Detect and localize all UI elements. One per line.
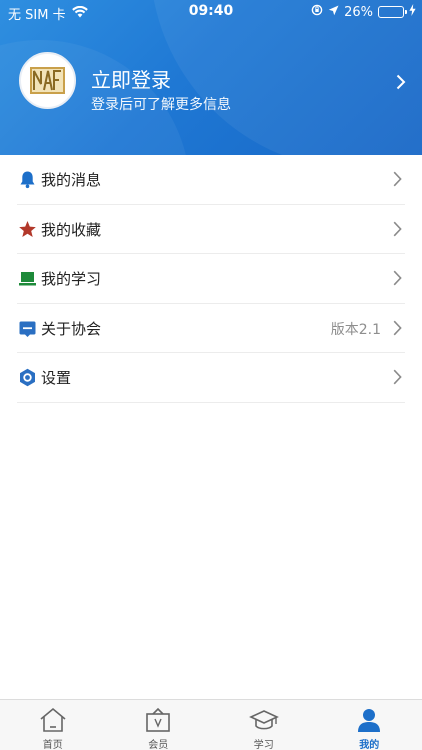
settings-gear-icon	[18, 368, 37, 387]
menu-item-favorites[interactable]: 我的收藏	[17, 205, 405, 254]
battery-percent: 26%	[344, 4, 373, 20]
chevron-right-icon	[396, 74, 406, 94]
home-icon	[38, 706, 68, 734]
tab-label: 我的	[359, 740, 380, 750]
login-entry[interactable]: 立即登录 登录后可了解更多信息	[0, 52, 422, 114]
tab-home[interactable]: 首页	[0, 700, 106, 750]
chevron-right-icon	[393, 221, 402, 241]
chevron-right-icon	[393, 270, 402, 290]
orientation-lock-icon	[311, 4, 323, 20]
menu-item-label: 我的学习	[41, 270, 102, 288]
login-title: 立即登录	[91, 68, 171, 92]
menu-item-label: 关于协会	[41, 319, 102, 338]
profile-header: 无 SIM 卡 09:40 26% 立即登录 登录后可了解更多信息	[0, 0, 422, 155]
info-board-icon	[18, 319, 37, 338]
star-icon	[18, 220, 37, 239]
tab-label: 首页	[42, 740, 63, 750]
member-card-icon	[143, 706, 173, 734]
tab-bar: 首页 会员 学习 我的	[0, 699, 422, 750]
chevron-right-icon	[393, 171, 402, 191]
tab-label: 学习	[253, 740, 274, 750]
location-arrow-icon	[328, 5, 339, 20]
chevron-right-icon	[393, 320, 402, 340]
menu-item-messages[interactable]: 我的消息	[17, 155, 405, 205]
menu-item-label: 设置	[41, 369, 72, 387]
battery-icon	[378, 6, 407, 18]
charging-bolt-icon	[409, 4, 416, 20]
login-subtitle: 登录后可了解更多信息	[91, 97, 231, 113]
graduation-cap-icon	[248, 706, 279, 734]
person-icon	[354, 706, 384, 734]
menu-item-label: 我的收藏	[41, 220, 102, 239]
tab-learning[interactable]: 学习	[211, 700, 317, 750]
tab-mine[interactable]: 我的	[317, 700, 422, 750]
menu-item-my-learning[interactable]: 我的学习	[17, 254, 405, 304]
avatar[interactable]	[19, 52, 76, 109]
laptop-icon	[18, 269, 37, 288]
settings-menu: 我的消息 我的收藏 我的学习 关于协会 版本2.1 设置	[0, 155, 422, 403]
menu-item-about[interactable]: 关于协会 版本2.1	[17, 304, 405, 353]
version-label: 版本2.1	[330, 321, 381, 338]
status-bar: 无 SIM 卡 09:40 26%	[0, 0, 422, 24]
menu-item-settings[interactable]: 设置	[17, 353, 405, 403]
tab-member[interactable]: 会员	[106, 700, 212, 750]
chevron-right-icon	[393, 369, 402, 389]
menu-item-label: 我的消息	[41, 171, 102, 189]
tab-label: 会员	[148, 740, 169, 750]
bell-icon	[18, 170, 37, 189]
